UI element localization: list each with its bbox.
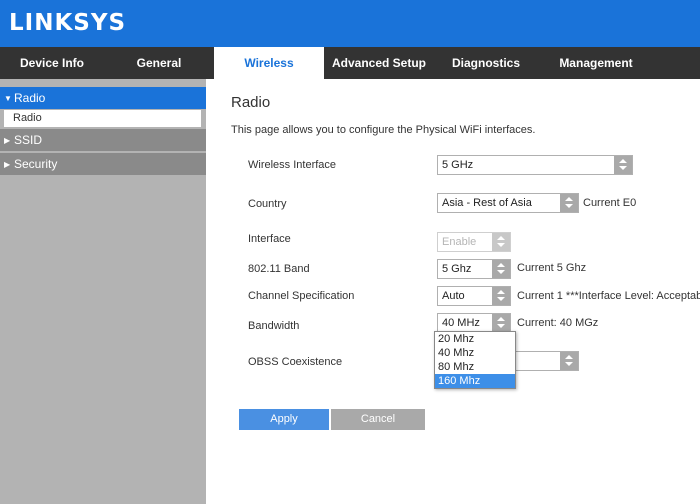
bandwidth-option-80[interactable]: 80 Mhz xyxy=(435,360,515,374)
caret-right-icon: ▶ xyxy=(4,136,11,145)
country-value: Asia - Rest of Asia xyxy=(442,197,532,209)
page-title: Radio xyxy=(231,94,271,111)
sidebar-item-security[interactable]: ▶ Security xyxy=(0,153,206,175)
bandwidth-value: 40 MHz xyxy=(442,317,480,329)
bandwidth-select[interactable]: 40 MHz xyxy=(437,313,511,333)
sidebar-subitem-radio[interactable]: Radio xyxy=(4,110,201,127)
bandwidth-label: Bandwidth xyxy=(248,320,300,332)
wireless-interface-value: 5 GHz xyxy=(442,159,474,171)
spinner-arrows-icon xyxy=(492,287,510,305)
wireless-interface-label: Wireless Interface xyxy=(248,159,337,171)
brand-bar: LINKSYS xyxy=(0,0,700,47)
cancel-button[interactable]: Cancel xyxy=(331,409,425,430)
spinner-arrows-icon xyxy=(560,352,578,370)
channel-label: Channel Specification xyxy=(248,290,355,302)
channel-value: Auto xyxy=(442,290,465,302)
tab-device-info[interactable]: Device Info xyxy=(0,47,104,79)
country-current-note: Current E0 xyxy=(583,197,637,209)
obss-label: OBSS Coexistence xyxy=(248,356,343,368)
interface-select[interactable]: Enable xyxy=(437,232,511,252)
main-content: Radio This page allows you to configure … xyxy=(206,79,700,504)
bandwidth-current-note: Current: 40 MGz xyxy=(517,317,599,329)
tab-general[interactable]: General xyxy=(104,47,214,79)
sidebar-item-label: SSID xyxy=(14,133,43,147)
tab-management[interactable]: Management xyxy=(538,47,654,79)
country-select[interactable]: Asia - Rest of Asia xyxy=(437,193,579,213)
band-label: 802.11 Band xyxy=(248,263,310,275)
bandwidth-option-160[interactable]: 160 Mhz xyxy=(435,374,515,388)
linksys-logo: LINKSYS xyxy=(9,10,127,36)
bandwidth-option-20[interactable]: 20 Mhz xyxy=(435,332,515,346)
sidebar: ▼ Radio Radio ▶ SSID ▶ Security xyxy=(0,79,206,504)
tab-diagnostics[interactable]: Diagnostics xyxy=(434,47,538,79)
page-description: This page allows you to configure the Ph… xyxy=(231,124,536,136)
band-select[interactable]: 5 Ghz xyxy=(437,259,511,279)
band-current-note: Current 5 Ghz xyxy=(517,262,587,274)
country-label: Country xyxy=(248,198,287,210)
spinner-arrows-icon xyxy=(614,156,632,174)
channel-current-note: Current 1 ***Interface Level: Acceptable xyxy=(517,290,700,302)
spinner-arrows-icon xyxy=(492,233,510,251)
bandwidth-option-40[interactable]: 40 Mhz xyxy=(435,346,515,360)
wireless-interface-select[interactable]: 5 GHz xyxy=(437,155,633,175)
tab-wireless[interactable]: Wireless xyxy=(214,47,324,79)
caret-right-icon: ▶ xyxy=(4,160,11,169)
sidebar-item-radio[interactable]: ▼ Radio xyxy=(0,87,206,109)
spinner-arrows-icon xyxy=(492,314,510,332)
spinner-arrows-icon xyxy=(492,260,510,278)
sidebar-item-label: Radio xyxy=(14,91,46,105)
apply-button[interactable]: Apply xyxy=(239,409,329,430)
caret-down-icon: ▼ xyxy=(4,94,12,103)
channel-select[interactable]: Auto xyxy=(437,286,511,306)
interface-value: Enable xyxy=(442,236,477,248)
sidebar-item-ssid[interactable]: ▶ SSID xyxy=(0,129,206,151)
band-value: 5 Ghz xyxy=(442,263,472,275)
interface-label: Interface xyxy=(248,233,291,245)
tab-advanced-setup[interactable]: Advanced Setup xyxy=(324,47,434,79)
top-nav: Device Info General Wireless Advanced Se… xyxy=(0,47,700,79)
sidebar-item-label: Security xyxy=(14,157,58,171)
spinner-arrows-icon xyxy=(560,194,578,212)
bandwidth-dropdown: 20 Mhz 40 Mhz 80 Mhz 160 Mhz xyxy=(434,331,516,389)
